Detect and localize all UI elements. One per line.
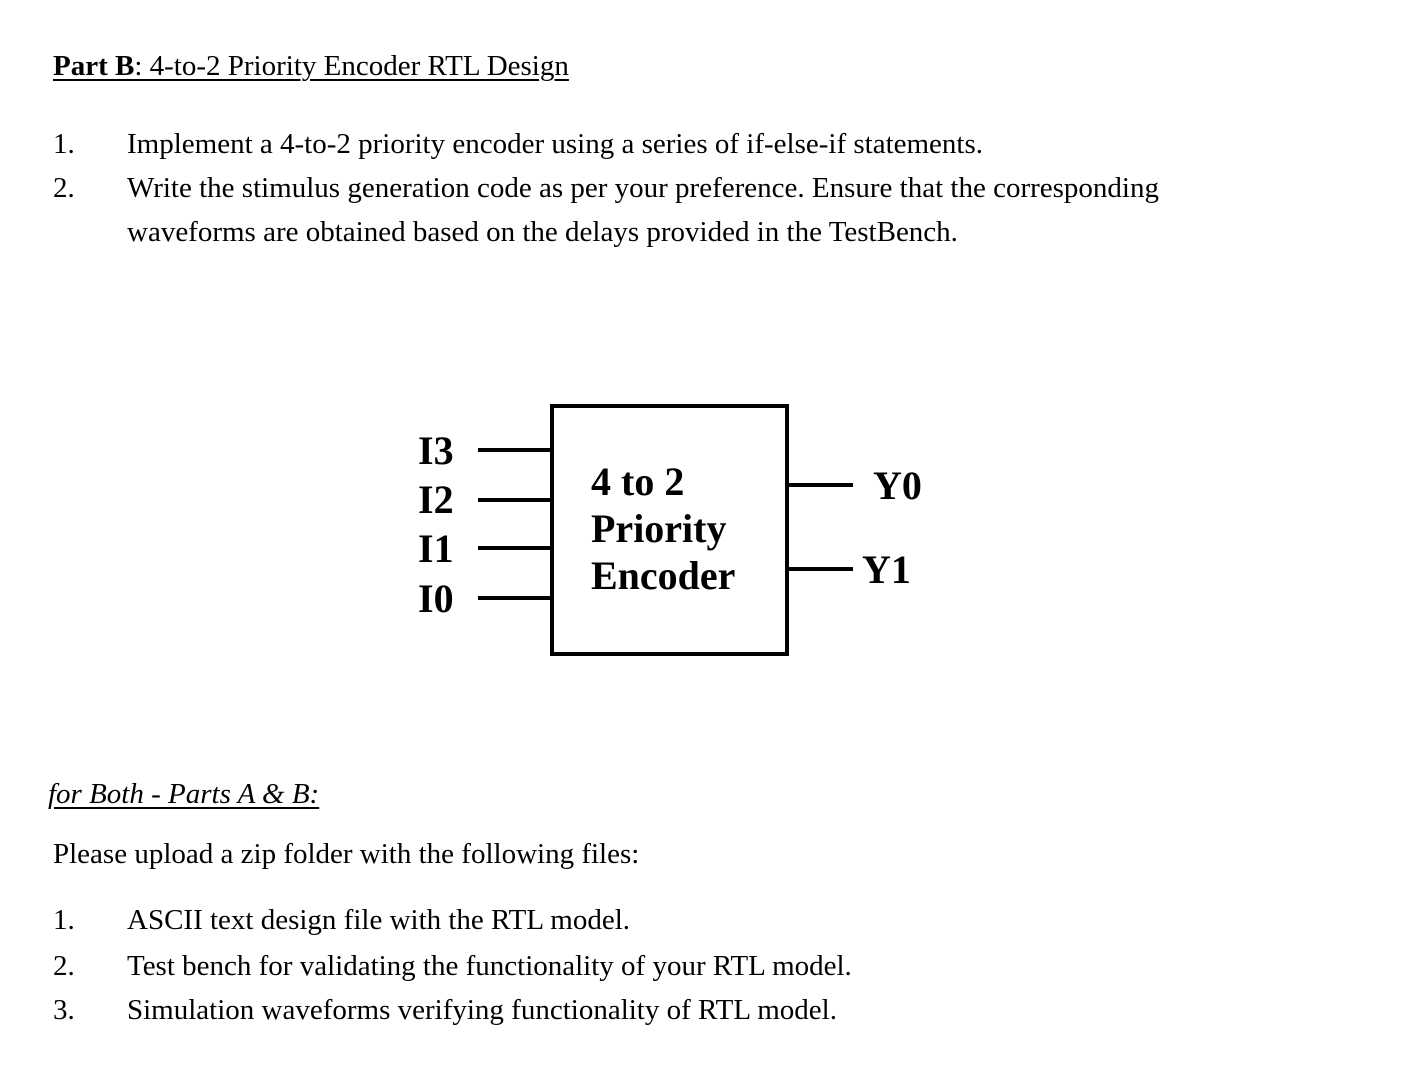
input-label-i0: I0 xyxy=(418,576,454,621)
output-label-y0: Y0 xyxy=(873,463,922,508)
file-number: 1. xyxy=(53,904,75,936)
encoder-block-label: 4 to 2 Priority Encoder xyxy=(591,458,735,599)
upload-instruction: Please upload a zip folder with the foll… xyxy=(53,838,640,870)
input-label-i2: I2 xyxy=(418,477,454,522)
file-number: 2. xyxy=(53,950,75,982)
file-item: ASCII text design file with the RTL mode… xyxy=(127,904,630,936)
file-item: Test bench for validating the functional… xyxy=(127,950,852,982)
output-label-y1: Y1 xyxy=(862,547,911,592)
file-number: 3. xyxy=(53,994,75,1026)
block-line: Priority xyxy=(591,506,727,551)
file-item: Simulation waveforms verifying functiona… xyxy=(127,994,837,1026)
block-line: 4 to 2 xyxy=(591,459,685,504)
input-label-i3: I3 xyxy=(418,428,454,473)
subheading: for Both - Parts A & B: xyxy=(48,778,320,810)
block-line: Encoder xyxy=(591,553,736,598)
input-label-i1: I1 xyxy=(418,526,454,571)
